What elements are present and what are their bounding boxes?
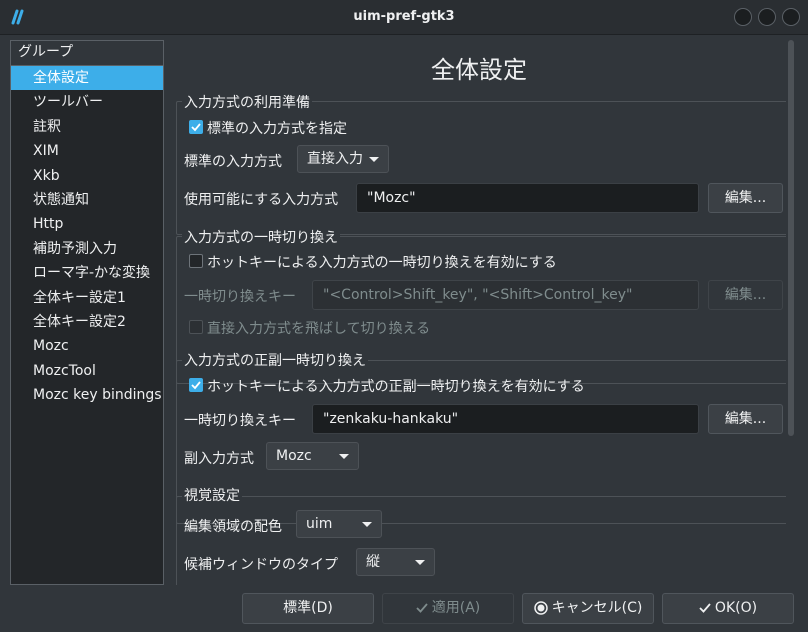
title-bar: uim-pref-gtk3 [0,0,808,35]
enabled-ims-field[interactable]: "Mozc" [356,183,699,213]
chevron-down-icon [369,157,379,162]
window-title: uim-pref-gtk3 [353,9,455,24]
sidebar-item-romaji-kana[interactable]: ローマ字-かな変換 [11,261,163,285]
maximize-button[interactable] [758,8,776,26]
checkmark-icon [191,123,201,132]
defaults-button-label: 標準(D) [283,600,333,616]
im-switch-enable-label[interactable]: ホットキーによる入力方式の一時切り換えを有効にする [207,252,557,272]
chevron-down-icon [362,522,372,527]
settings-pane[interactable]: 全体設定 入力方式の利用準備 標準の入力方式を指定 標準の入力方式 直接入力 使… [172,40,786,585]
enabled-ims-label: 使用可能にする入力方式 [184,192,339,208]
im-toggle-enable-checkbox[interactable] [189,378,203,392]
default-im-value: 直接入力 [307,151,363,167]
sidebar-item-global-keys1[interactable]: 全体キー設定1 [11,286,163,310]
group-title-im-toggle: 入力方式の正副一時切り換え [182,350,368,370]
sidebar-item-mozc-key-bindings[interactable]: Mozc key bindings [11,383,163,407]
im-toggle-key-label: 一時切り換えキー [184,413,296,429]
ok-button-label: OK(O) [714,600,758,616]
defaults-button[interactable]: 標準(D) [242,593,374,624]
sidebar-item-global-keys2[interactable]: 全体キー設定2 [11,310,163,334]
preedit-color-combo[interactable]: uim [296,510,382,538]
candwin-type-combo[interactable]: 縦 [356,548,435,576]
skip-direct-im-label[interactable]: 直接入力方式を飛ばして切り換える [207,318,430,338]
group-title-visual: 視覚設定 [182,485,242,505]
sidebar-item-toolbar[interactable]: ツールバー [11,90,163,114]
skip-direct-im-checkbox[interactable] [189,320,203,334]
cancel-icon [533,601,548,615]
page-title: 全体設定 [431,56,527,84]
sidebar-item-notify[interactable]: 状態通知 [11,188,163,212]
checkmark-icon [191,381,201,390]
sidebar-item-xim[interactable]: XIM [11,139,163,163]
im-switch-key-edit-button[interactable]: 編集... [708,280,783,310]
check-icon [416,603,428,613]
chevron-down-icon [415,560,425,565]
im-toggle-key-edit-button[interactable]: 編集... [708,404,783,434]
secondary-im-label: 副入力方式 [184,451,254,467]
sidebar-item-mozc[interactable]: Mozc [11,334,163,358]
sidebar-item-annotation[interactable]: 註釈 [11,115,163,139]
secondary-im-combo[interactable]: Mozc [266,442,359,470]
im-switch-key-label: 一時切り換えキー [184,289,296,305]
default-im-label: 標準の入力方式 [184,154,282,170]
candwin-type-value: 縦 [366,554,380,570]
default-im-combo[interactable]: 直接入力 [297,145,389,173]
cancel-button[interactable]: キャンセル(C) [522,593,654,624]
group-list[interactable]: グループ 全体設定 ツールバー 註釈 XIM Xkb 状態通知 Http 補助予… [10,40,164,585]
sidebar-item-mozctool[interactable]: MozcTool [11,359,163,383]
check-icon [699,603,711,613]
preedit-color-value: uim [306,516,333,532]
sidebar-item-prediction[interactable]: 補助予測入力 [11,237,163,261]
im-toggle-key-field[interactable]: "zenkaku-hankaku" [312,404,699,434]
enabled-ims-edit-button[interactable]: 編集... [708,183,783,213]
secondary-im-value: Mozc [276,448,312,464]
apply-button[interactable]: 適用(A) [382,593,514,624]
sidebar-item-http[interactable]: Http [11,212,163,236]
candwin-type-label: 候補ウィンドウのタイプ [184,557,338,573]
im-switch-key-field[interactable]: "<Control>Shift_key", "<Shift>Control_ke… [312,280,699,310]
specify-default-im-label[interactable]: 標準の入力方式を指定 [207,118,347,138]
ok-button[interactable]: OK(O) [662,593,794,624]
close-button[interactable] [782,8,800,26]
settings-scrollbar[interactable] [788,40,794,436]
sidebar-item-xkb[interactable]: Xkb [11,164,163,188]
sidebar-item-global[interactable]: 全体設定 [11,66,163,91]
im-toggle-enable-label[interactable]: ホットキーによる入力方式の正副一時切り換えを有効にする [207,376,585,396]
chevron-down-icon [339,454,349,459]
group-title-im-switch: 入力方式の一時切り換え [182,227,340,247]
group-list-header[interactable]: グループ [11,41,163,66]
minimize-button[interactable] [734,8,752,26]
group-title-im-setup: 入力方式の利用準備 [182,92,312,112]
preedit-color-label: 編集領域の配色 [184,519,282,535]
apply-button-label: 適用(A) [431,600,481,616]
im-switch-enable-checkbox[interactable] [189,254,203,268]
specify-default-im-checkbox[interactable] [189,120,203,134]
cancel-button-label: キャンセル(C) [551,600,643,616]
